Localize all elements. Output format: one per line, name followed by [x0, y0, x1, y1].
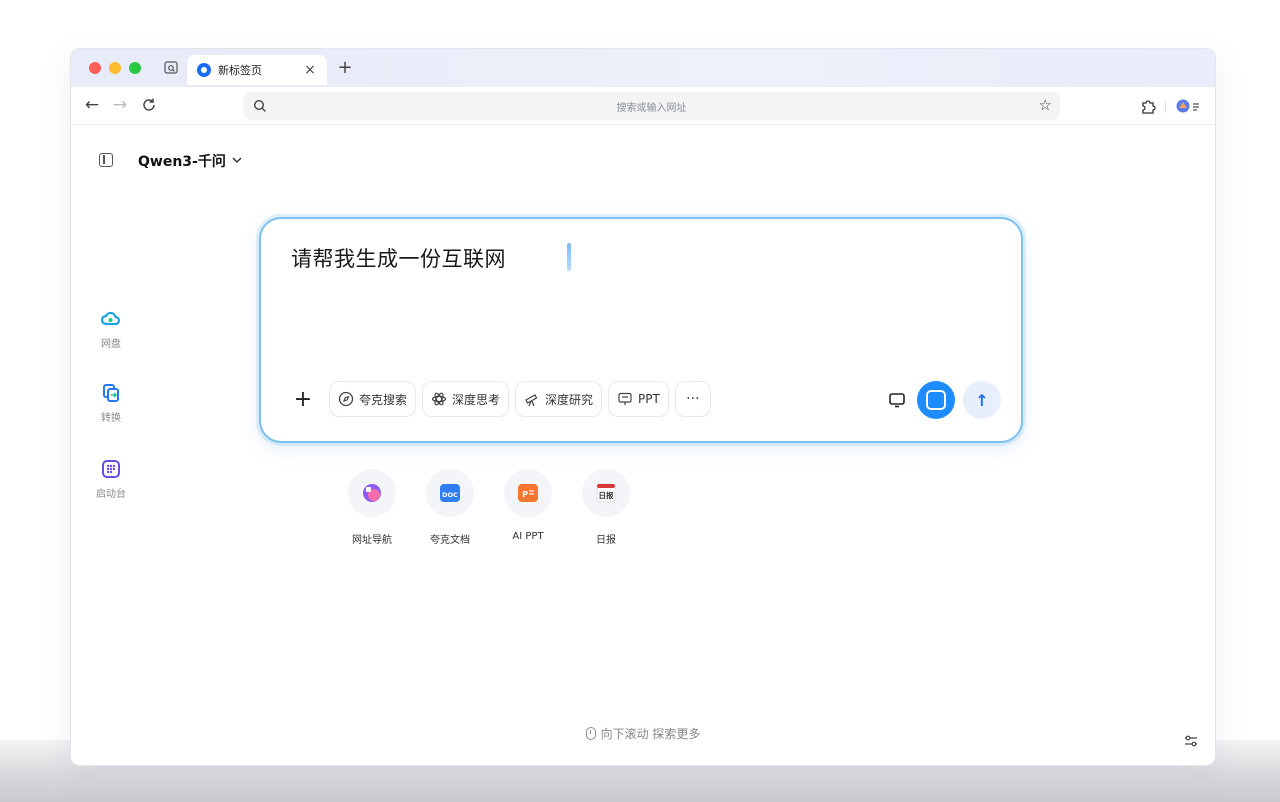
tool-label: PPT — [638, 392, 660, 406]
maximize-window-button[interactable] — [129, 62, 141, 74]
left-nav-item-launchpad[interactable]: 启动台 — [89, 459, 133, 500]
daily-badge: 日报 — [599, 490, 614, 500]
chat-input-text[interactable]: 请帮我生成一份互联网 — [291, 243, 506, 273]
quick-link-nav[interactable]: 网址导航 — [337, 469, 407, 546]
minimize-window-button[interactable] — [109, 62, 121, 74]
quark-search-button[interactable]: 夸克搜索 — [329, 381, 417, 417]
tab-bar: 新标签页 × + — [71, 49, 1215, 87]
tool-label: 深度研究 — [545, 392, 594, 407]
back-button[interactable]: ← — [81, 95, 103, 115]
puzzle-icon[interactable] — [1139, 97, 1157, 115]
mouse-scroll-icon — [585, 727, 596, 740]
sliders-icon[interactable] — [1183, 733, 1199, 749]
nav-icon — [348, 469, 396, 517]
left-nav-label: 转换 — [101, 413, 121, 424]
quick-link-ai-ppt[interactable]: P AI PPT — [493, 469, 563, 542]
more-tools-button[interactable]: ··· — [674, 381, 711, 417]
quick-link-label: 网址导航 — [352, 535, 392, 546]
quick-link-label: AI PPT — [512, 531, 544, 542]
chat-tool-row: + 夸克搜索 深度思考 深度研究 PPT ··· — [291, 381, 711, 417]
address-bar[interactable]: 搜索或输入网址 ☆ — [243, 92, 1060, 120]
avatar-menu-icon[interactable] — [1175, 97, 1203, 115]
quick-link-label: 夸克文档 — [430, 535, 470, 546]
quick-link-docs[interactable]: DOC 夸克文档 — [415, 469, 485, 546]
left-nav-label: 网盘 — [101, 339, 121, 350]
deep-research-button[interactable]: 深度研究 — [515, 381, 603, 417]
left-nav-label: 启动台 — [96, 489, 126, 500]
address-placeholder: 搜索或输入网址 — [616, 103, 687, 114]
chat-input-box[interactable]: 请帮我生成一份互联网 + 夸克搜索 深度思考 深度研究 PPT ··· ↑ — [259, 217, 1023, 443]
screen-share-icon[interactable] — [885, 388, 909, 412]
new-tab-button[interactable]: + — [335, 57, 355, 78]
scroll-hint[interactable]: 向下滚动 探索更多 — [71, 725, 1215, 742]
doc-badge: DOC — [442, 491, 458, 499]
ppt-icon: P — [504, 469, 552, 517]
toolbar: ← → 搜索或输入网址 ☆ — [71, 87, 1215, 125]
deep-think-button[interactable]: 深度思考 — [422, 381, 510, 417]
daily-report-icon: 日报 — [582, 469, 630, 517]
forward-button[interactable]: → — [109, 95, 131, 115]
tool-label: 深度思考 — [452, 392, 501, 407]
send-button[interactable]: ↑ — [963, 381, 1001, 419]
tab-new-tab[interactable]: 新标签页 × — [187, 55, 327, 85]
tab-search-icon[interactable] — [163, 60, 179, 76]
cloud-drive-icon — [100, 309, 121, 329]
toolbar-divider — [1165, 101, 1166, 113]
model-selector[interactable]: Qwen3-千问 — [138, 151, 242, 171]
chevron-down-icon — [232, 156, 242, 167]
stop-generating-button[interactable] — [917, 381, 955, 419]
ppt-button[interactable]: PPT — [608, 381, 669, 417]
telescope-icon — [525, 394, 538, 407]
quick-link-label: 日报 — [596, 535, 616, 546]
launchpad-icon — [101, 459, 121, 479]
close-tab-icon[interactable]: × — [303, 62, 317, 78]
reload-button[interactable] — [138, 95, 160, 118]
convert-icon — [101, 383, 121, 403]
scroll-hint-text: 向下滚动 探索更多 — [600, 727, 701, 741]
browser-window: 新标签页 × + ← → 搜索或输入网址 ☆ Qwen3-千问 网盘 转换 启动… — [70, 48, 1216, 766]
quick-link-daily-report[interactable]: 日报 日报 — [571, 469, 641, 546]
compass-search-icon — [338, 391, 354, 407]
left-nav-item-drive[interactable]: 网盘 — [89, 309, 133, 350]
left-nav-item-convert[interactable]: 转换 — [89, 383, 133, 424]
sidebar-icon[interactable] — [99, 153, 113, 167]
doc-icon: DOC — [426, 469, 474, 517]
quark-logo-icon — [197, 63, 211, 77]
bookmark-star-icon[interactable]: ☆ — [1039, 96, 1052, 114]
model-name: Qwen3-千问 — [138, 154, 226, 170]
tab-title: 新标签页 — [218, 64, 262, 77]
attach-button[interactable]: + — [291, 387, 315, 412]
ppt-badge: P — [522, 490, 528, 499]
chat-actions: ↑ — [885, 381, 1001, 419]
presentation-icon — [618, 392, 632, 405]
tool-label: 夸克搜索 — [359, 392, 408, 407]
atom-think-icon — [431, 392, 447, 406]
close-window-button[interactable] — [89, 62, 101, 74]
text-cursor — [567, 243, 571, 271]
